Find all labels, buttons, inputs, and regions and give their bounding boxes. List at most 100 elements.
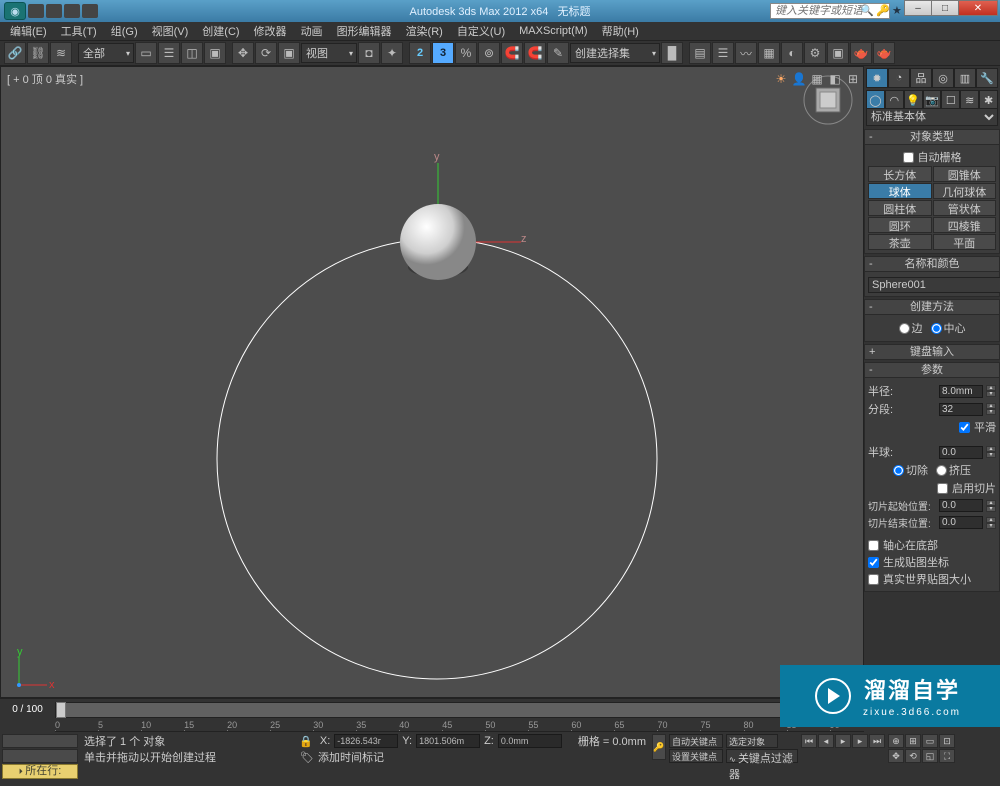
spinner-arrows[interactable]: ▴▾ — [986, 446, 996, 458]
smooth-checkbox[interactable] — [959, 422, 970, 433]
vp-nav-button[interactable]: ⛶ — [939, 749, 955, 763]
slice-on-checkbox[interactable] — [937, 483, 948, 494]
render-button[interactable]: 🫖 — [850, 42, 872, 64]
creation-method-rollout[interactable]: -创建方法 — [864, 299, 1000, 315]
prev-frame-button[interactable]: ◂ — [818, 734, 834, 748]
primitive-button[interactable]: 长方体 — [868, 166, 932, 182]
hierarchy-tab[interactable]: 品 — [910, 68, 932, 88]
scale-button[interactable]: ▣ — [278, 42, 300, 64]
method-edge-radio[interactable] — [899, 323, 910, 334]
qat-button[interactable] — [46, 4, 62, 18]
align-button[interactable]: ▤ — [689, 42, 711, 64]
slice-from-input[interactable] — [939, 499, 983, 512]
quick-render-button[interactable]: 🫖 — [873, 42, 895, 64]
pivot-base-checkbox[interactable] — [868, 540, 879, 551]
display-tab[interactable]: ▥ — [954, 68, 976, 88]
vp-nav-button[interactable]: ⟲ — [905, 749, 921, 763]
viewport[interactable]: [ + 0 顶 0 真实 ] y z x y — [0, 66, 864, 698]
material-editor-button[interactable]: ◐ — [781, 42, 803, 64]
vp-tool-icon[interactable]: ▦ — [809, 71, 825, 87]
method-center-radio[interactable] — [931, 323, 942, 334]
unlink-button[interactable]: ⛓ — [27, 42, 49, 64]
manipulate-button[interactable]: ✦ — [381, 42, 403, 64]
object-name-input[interactable] — [868, 277, 1000, 293]
magnet-button[interactable]: 🧲 — [501, 42, 523, 64]
goto-start-button[interactable]: ⏮ — [801, 734, 817, 748]
vp-nav-button[interactable]: ▭ — [922, 734, 938, 748]
vp-nav-button[interactable]: ✥ — [888, 749, 904, 763]
schematic-button[interactable]: ▦ — [758, 42, 780, 64]
play-button[interactable]: ▸ — [835, 734, 851, 748]
curve-editor-button[interactable]: 〰 — [735, 42, 757, 64]
snap-toggle-button[interactable]: 2 — [409, 42, 431, 64]
slice-to-input[interactable] — [939, 516, 983, 529]
render-setup-button[interactable]: ⚙ — [804, 42, 826, 64]
coord-x-input[interactable] — [334, 734, 398, 748]
coord-z-input[interactable] — [498, 734, 562, 748]
primitive-button[interactable]: 管状体 — [933, 200, 997, 216]
keyboard-entry-rollout[interactable]: +键盘输入 — [864, 344, 1000, 360]
primitive-button[interactable]: 四棱锥 — [933, 217, 997, 233]
key-toggle-icon[interactable]: 🔑 — [652, 734, 666, 760]
select-name-button[interactable]: ☰ — [158, 42, 180, 64]
menu-create[interactable]: 创建(C) — [196, 21, 245, 41]
bind-spacewarp-button[interactable]: ≋ — [50, 42, 72, 64]
select-region-button[interactable]: ◫ — [181, 42, 203, 64]
qat-button[interactable] — [28, 4, 44, 18]
spinner-arrows[interactable]: ▴▾ — [986, 403, 996, 415]
motion-tab[interactable]: ◎ — [932, 68, 954, 88]
goto-end-button[interactable]: ⏭ — [869, 734, 885, 748]
squash-radio[interactable] — [936, 465, 947, 476]
vp-tool-icon[interactable]: 👤 — [791, 71, 807, 87]
menu-customize[interactable]: 自定义(U) — [451, 21, 511, 41]
vp-tool-icon[interactable]: ⊞ — [845, 71, 861, 87]
macro-recorder-line[interactable]: ⏵ 所在行: — [2, 764, 78, 779]
key-filter-button[interactable]: ∿ 关键点过滤器 — [726, 749, 798, 763]
spinner-snap-button[interactable]: ⊚ — [478, 42, 500, 64]
mini-listener[interactable] — [2, 734, 78, 748]
key-icon[interactable]: 🔑 — [876, 4, 890, 18]
primitive-button[interactable]: 圆柱体 — [868, 200, 932, 216]
rotate-button[interactable]: ⟳ — [255, 42, 277, 64]
coord-y-input[interactable] — [416, 734, 480, 748]
window-crossing-button[interactable]: ▣ — [204, 42, 226, 64]
menu-edit[interactable]: 编辑(E) — [4, 21, 53, 41]
menu-modifiers[interactable]: 修改器 — [248, 21, 293, 41]
gen-uv-checkbox[interactable] — [868, 557, 879, 568]
key-selset-dropdown[interactable]: 选定对象 — [726, 734, 778, 748]
menu-help[interactable]: 帮助(H) — [596, 21, 645, 41]
category-dropdown[interactable]: 标准基本体 — [866, 108, 998, 126]
ref-coord-dropdown[interactable]: 视图 — [301, 43, 357, 63]
binoculars-icon[interactable]: 🔍 — [860, 4, 874, 18]
menu-animation[interactable]: 动画 — [295, 21, 329, 41]
mirror-button[interactable]: ▐▌ — [661, 42, 683, 64]
autokey-button[interactable]: 自动关键点 — [669, 734, 723, 748]
move-button[interactable]: ✥ — [232, 42, 254, 64]
close-button[interactable]: ✕ — [958, 0, 998, 16]
spinner-arrows[interactable]: ▴▾ — [986, 500, 996, 512]
primitive-button[interactable]: 圆锥体 — [933, 166, 997, 182]
maximize-button[interactable]: □ — [931, 0, 959, 16]
create-tab[interactable]: ✹ — [866, 68, 888, 88]
auto-grid-checkbox[interactable] — [903, 152, 914, 163]
minimize-button[interactable]: – — [904, 0, 932, 16]
angle-snap-button[interactable]: 3 — [432, 42, 454, 64]
menu-views[interactable]: 视图(V) — [146, 21, 195, 41]
primitive-button[interactable]: 茶壶 — [868, 234, 932, 250]
segments-input[interactable] — [939, 403, 983, 416]
menu-group[interactable]: 组(G) — [105, 21, 144, 41]
utilities-tab[interactable]: 🔧 — [976, 68, 998, 88]
qat-button[interactable] — [82, 4, 98, 18]
spinner-arrows[interactable]: ▴▾ — [986, 517, 996, 529]
add-time-tag[interactable]: 添加时间标记 — [318, 749, 384, 765]
vp-nav-button[interactable]: ⊞ — [905, 734, 921, 748]
setkey-button[interactable]: 设置关键点 — [669, 749, 723, 763]
primitive-button[interactable]: 几何球体 — [933, 183, 997, 199]
time-slider-track[interactable] — [55, 702, 864, 718]
mini-listener[interactable] — [2, 749, 78, 763]
selection-filter-dropdown[interactable]: 全部 — [78, 43, 134, 63]
vp-nav-button[interactable]: ⊡ — [939, 734, 955, 748]
link-button[interactable]: 🔗 — [4, 42, 26, 64]
vp-nav-button[interactable]: ⊕ — [888, 734, 904, 748]
hemisphere-input[interactable] — [939, 446, 983, 459]
